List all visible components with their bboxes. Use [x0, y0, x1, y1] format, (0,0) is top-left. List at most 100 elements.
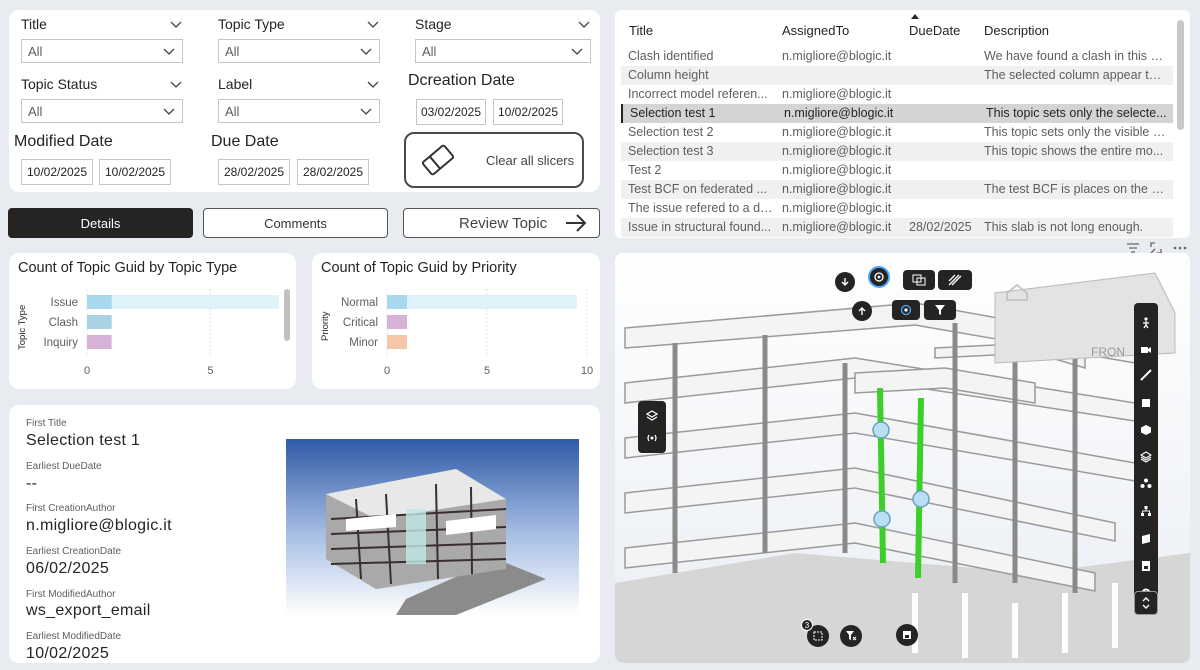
cell-title: Clash identified: [628, 49, 714, 63]
properties-icon[interactable]: [1141, 560, 1151, 572]
hatch-icon: [948, 274, 962, 286]
title-slicer-label: Title: [21, 16, 47, 32]
col-due[interactable]: DueDate: [909, 23, 960, 38]
bar-highlight-bg: [387, 295, 577, 309]
comments-button[interactable]: Comments: [203, 208, 388, 238]
chevron-down-icon: [163, 108, 175, 115]
cell-assigned: n.migliore@blogic.it: [782, 49, 892, 63]
table-row[interactable]: Clash identified n.migliore@blogic.it We h…: [621, 47, 1173, 66]
stage-slicer[interactable]: Stage All: [415, 14, 591, 63]
cell-assigned: n.migliore@blogic.it: [784, 106, 894, 120]
target-icon: [874, 272, 884, 282]
due-date-label: Due Date: [211, 133, 279, 150]
category-label: Critical: [343, 317, 378, 329]
chart-scrollbar[interactable]: [284, 289, 290, 341]
cell-assigned: n.migliore@blogic.it: [782, 125, 892, 139]
creation-date-label: Earliest CreationDate: [26, 546, 122, 557]
bar[interactable]: [87, 295, 112, 309]
title-dropdown[interactable]: All: [21, 39, 183, 63]
bar[interactable]: [387, 335, 407, 349]
table-row[interactable]: Incorrect model referen... n.migliore@blo…: [621, 85, 1173, 104]
stack-icon[interactable]: [1140, 451, 1152, 463]
priority-chart: Count of Topic Guid by Priority Priority…: [312, 253, 600, 389]
review-topic-button[interactable]: Review Topic: [403, 208, 600, 238]
camera-icon[interactable]: [1140, 344, 1152, 354]
orbit-button[interactable]: [868, 266, 890, 288]
save-view-button[interactable]: [896, 624, 918, 646]
creation-date-from[interactable]: 03/02/2025: [416, 99, 486, 125]
creation-date-label: Dcreation Date: [408, 72, 515, 89]
more-options-icon[interactable]: [1173, 246, 1187, 250]
clear-filter-button[interactable]: [840, 625, 862, 647]
table-row[interactable]: Issue in structural found... n.migliore@b…: [621, 218, 1173, 237]
table-row[interactable]: Test 2 n.migliore@blogic.it: [621, 161, 1173, 180]
measure-icon[interactable]: [1140, 369, 1152, 381]
topic-status-dropdown[interactable]: All: [21, 99, 183, 123]
table-row[interactable]: The issue refered to a di... n.migliore@b…: [621, 199, 1173, 218]
stage-slicer-label: Stage: [415, 16, 452, 32]
table-row[interactable]: Selection test 1 n.migliore@blogic.it This…: [621, 104, 1173, 123]
table-row[interactable]: Column height The selected column appear …: [621, 66, 1173, 85]
category-label: Normal: [341, 297, 378, 309]
table-row[interactable]: Selection test 3 n.migliore@blogic.it This…: [621, 142, 1173, 161]
creation-date-to[interactable]: 10/02/2025: [493, 99, 563, 125]
topic-type-bar-chart: 0 5 Issue Clash Inquiry: [43, 289, 279, 377]
label-dropdown[interactable]: All: [218, 99, 380, 123]
topic-status-slicer-label: Topic Status: [21, 76, 98, 92]
col-assigned[interactable]: AssignedTo: [782, 23, 849, 38]
first-title-value: Selection test 1: [26, 432, 141, 449]
tree-icon[interactable]: [1140, 505, 1152, 517]
bar[interactable]: [387, 315, 407, 329]
topic-status-slicer[interactable]: Topic Status All: [21, 74, 183, 123]
bar[interactable]: [387, 295, 407, 309]
details-button[interactable]: Details: [8, 208, 193, 238]
expand-toolbar-button[interactable]: [1134, 591, 1158, 615]
scrollbar[interactable]: [1177, 20, 1184, 130]
stage-dropdown[interactable]: All: [415, 39, 591, 63]
cell-desc: This topic sets only the selecte...: [986, 106, 1167, 120]
topic-snapshot-image: [286, 439, 579, 615]
bar[interactable]: [87, 315, 112, 329]
layers-icon[interactable]: [646, 410, 658, 422]
title-slicer[interactable]: Title All: [21, 14, 183, 63]
walk-person-icon[interactable]: [1141, 317, 1151, 329]
due-date-from[interactable]: 28/02/2025: [218, 159, 290, 185]
signal-icon[interactable]: [645, 432, 659, 444]
col-description[interactable]: Description: [984, 23, 1049, 38]
cube-icon[interactable]: [1140, 424, 1152, 436]
model-viewer[interactable]: FRON 3: [615, 253, 1190, 663]
label-slicer-label: Label: [218, 76, 253, 92]
topic-type-slicer[interactable]: Topic Type All: [218, 14, 380, 63]
eraser-icon: [421, 144, 455, 176]
modified-date-to[interactable]: 10/02/2025: [99, 159, 171, 185]
sheets-icon[interactable]: [1140, 533, 1152, 545]
section-box-icon: [912, 274, 926, 286]
selection-count-badge: 3: [801, 619, 813, 631]
cell-assigned: n.migliore@blogic.it: [782, 163, 892, 177]
explode-icon[interactable]: [1140, 478, 1152, 490]
topic-type-dropdown[interactable]: All: [218, 39, 380, 63]
cell-title: Column height: [628, 68, 709, 82]
creation-author-value: n.migliore@blogic.it: [26, 517, 172, 534]
focus-button[interactable]: [892, 300, 920, 320]
section-box-button[interactable]: [903, 270, 935, 290]
bar[interactable]: [87, 335, 112, 349]
filter-button[interactable]: [924, 300, 956, 320]
cell-desc: We have found a clash in this p...: [984, 49, 1166, 63]
due-date-to[interactable]: 28/02/2025: [297, 159, 369, 185]
table-row[interactable]: Selection test 2 n.migliore@blogic.it This…: [621, 123, 1173, 142]
xray-button[interactable]: [938, 270, 972, 290]
category-label: Issue: [51, 297, 79, 309]
col-title[interactable]: Title: [629, 23, 653, 38]
modified-date-label: Earliest ModifiedDate: [26, 631, 122, 642]
clear-slicers-button[interactable]: Clear all slicers: [404, 132, 584, 188]
chevron-up-down-icon: [1142, 597, 1150, 609]
table-row[interactable]: Test BCF on federated ... n.migliore@blog…: [621, 180, 1173, 199]
clipboard-icon[interactable]: [1141, 396, 1151, 408]
download-button[interactable]: [835, 272, 855, 292]
level-up-button[interactable]: [852, 301, 872, 321]
modified-date-from[interactable]: 10/02/2025: [21, 159, 93, 185]
creation-date-value: 06/02/2025: [26, 560, 110, 577]
label-slicer[interactable]: Label All: [218, 74, 380, 123]
cell-desc: This slab is not long enough.: [984, 220, 1144, 234]
